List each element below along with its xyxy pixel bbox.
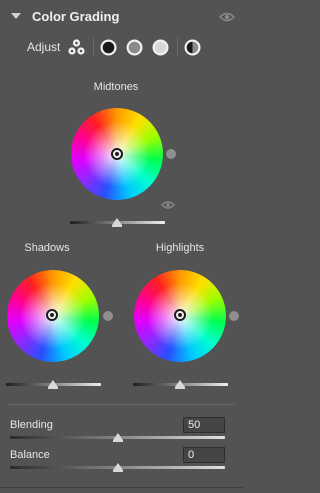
- separator: [177, 38, 178, 56]
- global-view-icon[interactable]: [183, 38, 202, 57]
- divider: [8, 404, 235, 405]
- shadows-wheel-handle[interactable]: [46, 309, 58, 321]
- blending-input[interactable]: [183, 417, 225, 433]
- blending-slider-thumb[interactable]: [113, 433, 123, 442]
- highlights-luminance-knob[interactable]: [229, 311, 239, 321]
- balance-input[interactable]: [183, 447, 225, 463]
- eye-icon[interactable]: [219, 11, 235, 23]
- highlights-label: Highlights: [155, 242, 205, 254]
- midtones-luminance-knob[interactable]: [166, 149, 176, 159]
- divider: [0, 487, 243, 488]
- balance-label: Balance: [10, 449, 50, 461]
- blending-label: Blending: [10, 419, 53, 431]
- eye-icon[interactable]: [161, 200, 175, 210]
- highlights-wheel-handle[interactable]: [174, 309, 186, 321]
- midtones-view-icon[interactable]: [125, 38, 144, 57]
- adjust-row: Adjust: [0, 36, 243, 58]
- panel-title: Color Grading: [32, 9, 120, 24]
- three-way-view-icon[interactable]: [67, 38, 86, 57]
- shadows-slider-thumb[interactable]: [48, 380, 58, 389]
- adjust-label: Adjust: [27, 40, 61, 54]
- shadows-view-icon[interactable]: [99, 38, 118, 57]
- color-grading-panel: Color Grading Adjust Midtones Shadows Hi…: [0, 0, 243, 493]
- shadows-label: Shadows: [24, 242, 70, 254]
- highlights-slider-thumb[interactable]: [175, 380, 185, 389]
- midtones-label: Midtones: [93, 81, 139, 93]
- midtones-wheel-handle[interactable]: [111, 148, 123, 160]
- balance-slider-thumb[interactable]: [113, 463, 123, 472]
- separator: [93, 38, 94, 56]
- shadows-luminance-knob[interactable]: [103, 311, 113, 321]
- panel-header[interactable]: Color Grading: [0, 0, 243, 34]
- highlights-view-icon[interactable]: [151, 38, 170, 57]
- midtones-slider-thumb[interactable]: [112, 218, 122, 227]
- chevron-down-icon[interactable]: [10, 10, 22, 22]
